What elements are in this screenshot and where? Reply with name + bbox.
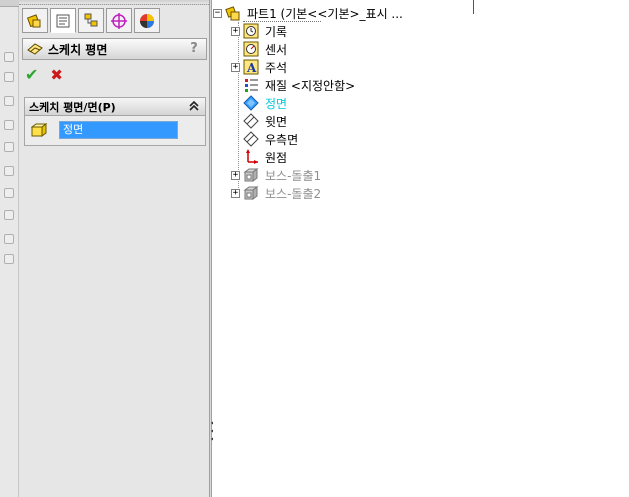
feature-tree: − 파트1 (기본<<기본>_표시 ... + 기록 센서 + A 주석 재질 … bbox=[213, 0, 473, 497]
property-manager-header: 스케치 평면 ? bbox=[22, 38, 207, 60]
tree-item-label: 센서 bbox=[265, 42, 288, 57]
annotation-icon: A bbox=[243, 59, 259, 75]
cancel-button[interactable]: ✖ bbox=[50, 67, 63, 83]
toolbar-icon[interactable] bbox=[1, 118, 17, 132]
configuration-manager-tab[interactable] bbox=[78, 8, 104, 33]
property-sheet-icon bbox=[56, 14, 70, 27]
toolbar-icon[interactable] bbox=[1, 140, 17, 154]
expand-toggle[interactable]: + bbox=[231, 62, 240, 72]
page-title: 스케치 평면 bbox=[48, 42, 108, 57]
tree-column-divider bbox=[473, 0, 474, 14]
property-manager-panel: 스케치 평면 ? ✔ ✖ 스케치 평면/면(P) 정면 bbox=[19, 0, 209, 497]
manager-tabs bbox=[22, 8, 160, 34]
toolbar-icon[interactable] bbox=[1, 186, 17, 200]
tree-item-boss-extrude-1[interactable]: + 보스-돌출1 bbox=[231, 166, 321, 184]
help-button[interactable]: ? bbox=[187, 41, 201, 57]
root-label: 파트1 (기본<<기본>_표시 ... bbox=[247, 6, 403, 21]
extrude-icon bbox=[243, 168, 259, 182]
toolbar-icon[interactable] bbox=[1, 208, 17, 222]
sketch-plane-icon bbox=[27, 43, 43, 55]
history-icon bbox=[243, 23, 259, 39]
expand-toggle[interactable]: + bbox=[231, 170, 240, 180]
sketch-plane-group-header[interactable]: 스케치 평면/면(P) bbox=[24, 97, 206, 116]
plane-icon bbox=[243, 131, 259, 147]
tree-item-sensors[interactable]: 센서 bbox=[243, 40, 287, 58]
tree-item-top-plane[interactable]: 윗면 bbox=[243, 112, 287, 130]
tree-item-boss-extrude-2[interactable]: + 보스-돌출2 bbox=[231, 184, 321, 202]
configuration-icon bbox=[84, 13, 98, 26]
tree-item-annotations[interactable]: + A 주석 bbox=[231, 58, 287, 76]
tree-item-label: 기록 bbox=[265, 24, 288, 39]
face-icon bbox=[31, 123, 47, 137]
expand-toggle[interactable]: + bbox=[231, 26, 240, 36]
display-manager-tab[interactable] bbox=[134, 8, 160, 33]
target-icon bbox=[111, 12, 127, 29]
tree-item-label: 정면 bbox=[265, 96, 288, 111]
tree-item-front-plane[interactable]: 정면 bbox=[243, 94, 287, 112]
tree-item-history[interactable]: + 기록 bbox=[231, 22, 287, 40]
tree-item-label: 보스-돌출2 bbox=[265, 186, 322, 201]
appearance-icon bbox=[140, 13, 154, 28]
toolbar-icon[interactable] bbox=[1, 252, 17, 266]
collapse-toggle[interactable]: − bbox=[213, 8, 222, 18]
left-toolbar-strip bbox=[0, 0, 19, 497]
feature-manager-tab[interactable] bbox=[22, 8, 48, 33]
tree-item-label: 윗면 bbox=[265, 114, 288, 129]
tree-item-label: 주석 bbox=[265, 60, 288, 75]
svg-text:A: A bbox=[246, 61, 257, 75]
ok-cancel-bar: ✔ ✖ bbox=[25, 66, 63, 84]
tree-item-label: 원점 bbox=[265, 150, 288, 165]
toolbar-icon[interactable] bbox=[1, 232, 17, 246]
part-tree-icon bbox=[26, 13, 41, 27]
tree-root[interactable]: − 파트1 (기본<<기본>_표시 ... bbox=[213, 4, 403, 22]
origin-icon bbox=[246, 149, 258, 164]
plane-icon bbox=[243, 95, 259, 111]
toolbar-icon[interactable] bbox=[1, 164, 17, 178]
sketch-plane-group-body: 정면 bbox=[24, 116, 206, 146]
part-icon bbox=[225, 6, 240, 21]
tree-item-right-plane[interactable]: 우측면 bbox=[243, 130, 298, 148]
tree-item-origin[interactable]: 원점 bbox=[243, 148, 287, 166]
tree-item-material[interactable]: 재질 <지정안함> bbox=[243, 76, 355, 94]
plane-selection-field[interactable]: 정면 bbox=[59, 121, 178, 139]
collapse-icon[interactable] bbox=[188, 98, 200, 117]
plane-icon bbox=[243, 113, 259, 129]
sensor-icon bbox=[243, 41, 259, 57]
tree-item-label: 우측면 bbox=[265, 132, 299, 147]
toolbar-icon[interactable] bbox=[1, 70, 17, 84]
toolbar-icon[interactable] bbox=[1, 50, 17, 64]
group-title: 스케치 평면/면(P) bbox=[29, 100, 116, 114]
expand-toggle[interactable]: + bbox=[231, 188, 240, 198]
extrude-icon bbox=[243, 186, 259, 200]
tree-item-label: 보스-돌출1 bbox=[265, 168, 322, 183]
dimxpert-tab[interactable] bbox=[106, 8, 132, 33]
property-manager-tab[interactable] bbox=[50, 8, 76, 33]
material-icon bbox=[245, 79, 258, 92]
ok-button[interactable]: ✔ bbox=[25, 67, 38, 83]
toolbar-icon[interactable] bbox=[1, 94, 17, 108]
tree-item-label: 재질 <지정안함> bbox=[265, 78, 356, 93]
